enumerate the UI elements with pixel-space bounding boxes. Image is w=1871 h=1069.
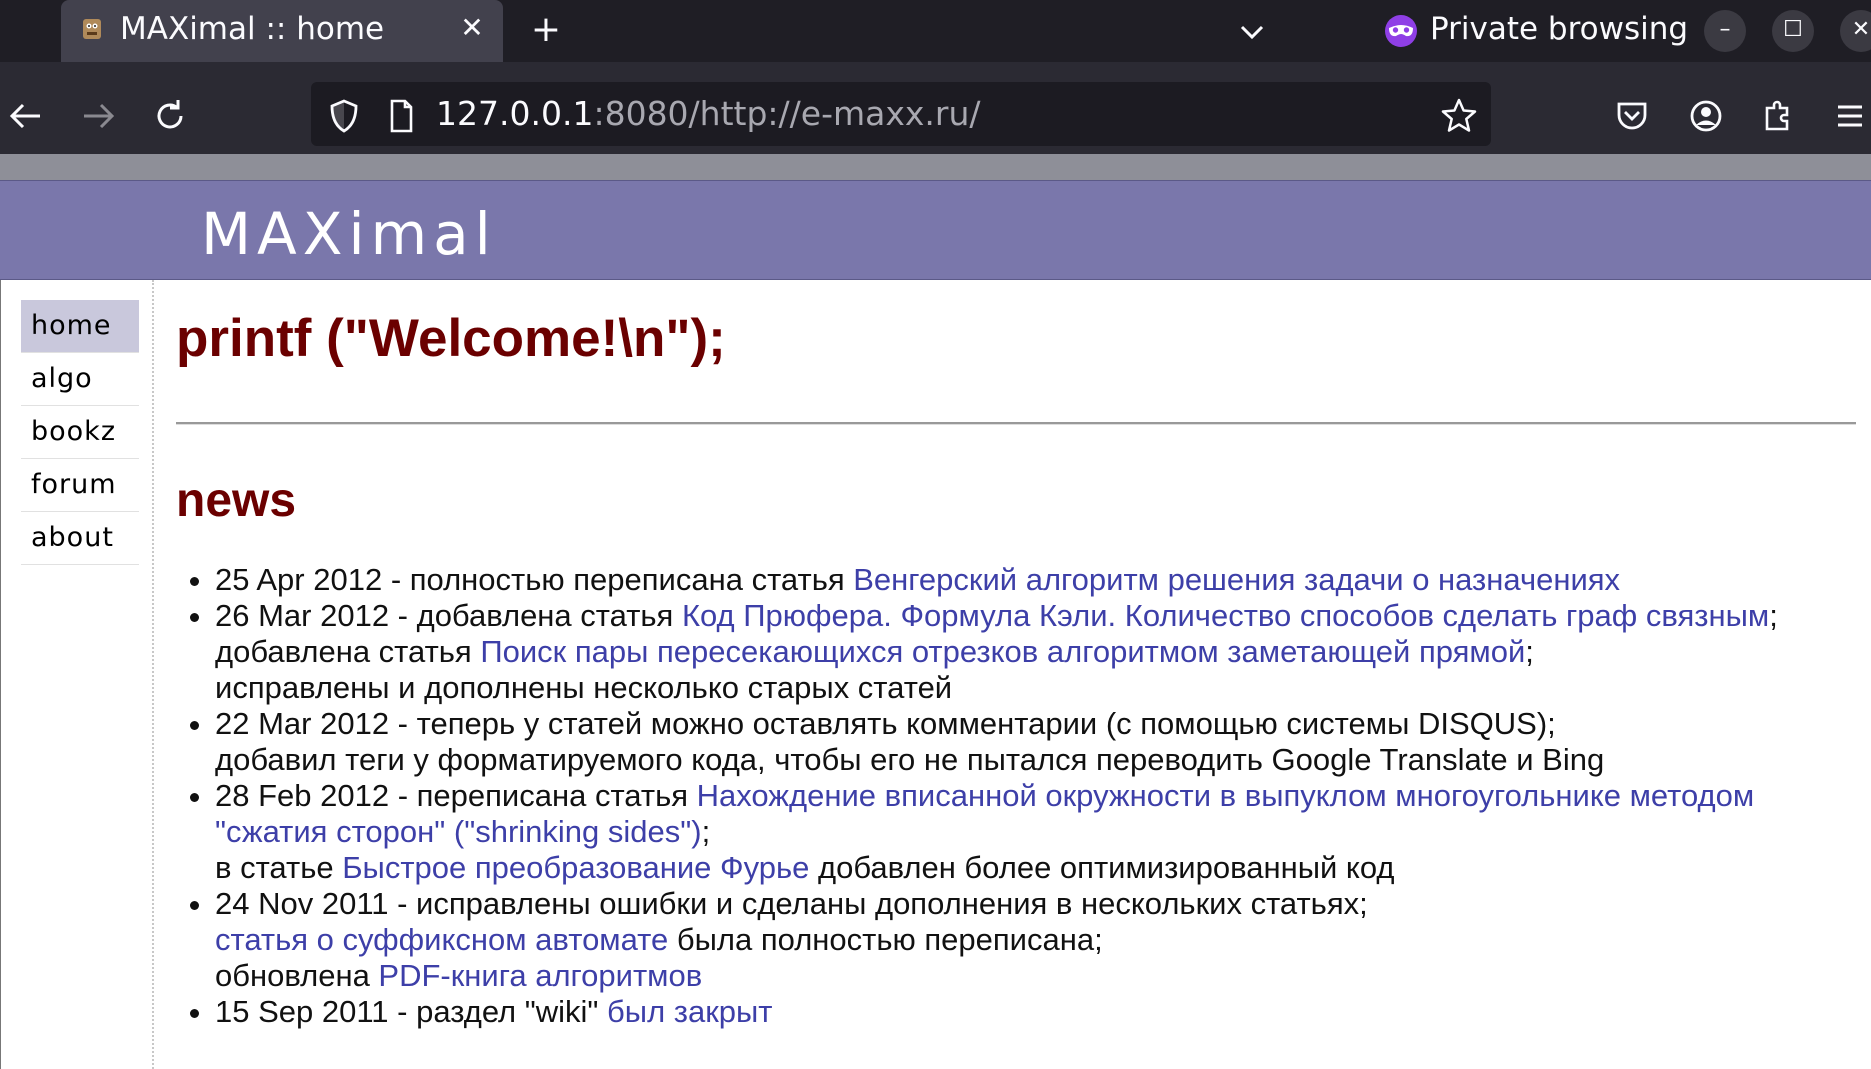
news-text: добавлена статья bbox=[215, 634, 481, 669]
extensions-puzzle-icon[interactable] bbox=[1758, 96, 1798, 136]
site-favicon-icon bbox=[83, 19, 101, 39]
news-line: 26 Mar 2012 - добавлена статья Код Прюфе… bbox=[215, 598, 1856, 634]
site-logo[interactable]: MAXimal bbox=[201, 200, 497, 268]
menu-item-forum[interactable]: forum bbox=[21, 459, 139, 512]
news-line: 28 Feb 2012 - переписана статья Нахожден… bbox=[215, 778, 1856, 850]
news-item: 24 Nov 2011 - исправлены ошибки и сделан… bbox=[176, 886, 1856, 994]
maximize-window-icon[interactable]: ☐ bbox=[1772, 10, 1814, 52]
news-link[interactable]: Быстрое преобразование Фурье bbox=[342, 850, 809, 885]
tab-title: MAXimal :: home bbox=[120, 11, 385, 47]
menu-item-about[interactable]: about bbox=[21, 512, 139, 565]
page-top-strip bbox=[0, 154, 1871, 180]
news-link[interactable]: PDF-книга алгоритмов bbox=[378, 958, 702, 993]
news-text: ; bbox=[701, 814, 711, 849]
news-link[interactable]: статья о суффиксном автомате bbox=[215, 922, 668, 957]
reload-icon[interactable] bbox=[150, 96, 190, 136]
news-line: 24 Nov 2011 - исправлены ошибки и сделан… bbox=[215, 886, 1856, 922]
news-line: статья о суффиксном автомате была полнос… bbox=[215, 922, 1856, 958]
news-line: исправлены и дополнены несколько старых … bbox=[215, 670, 1856, 706]
news-item: 15 Sep 2011 - раздел "wiki" был закрыт bbox=[176, 994, 1856, 1030]
minimize-window-icon[interactable]: – bbox=[1704, 10, 1746, 52]
news-text: 22 Mar 2012 - теперь у статей можно оста… bbox=[215, 706, 1556, 741]
news-item: 26 Mar 2012 - добавлена статья Код Прюфе… bbox=[176, 598, 1856, 706]
news-link[interactable]: Венгерский алгоритм решения задачи о наз… bbox=[853, 562, 1620, 597]
forward-arrow-icon[interactable] bbox=[78, 96, 118, 136]
horizontal-rule bbox=[176, 422, 1856, 425]
news-item: 22 Mar 2012 - теперь у статей можно оста… bbox=[176, 706, 1856, 778]
page-left-border bbox=[0, 280, 1, 1069]
news-text: обновлена bbox=[215, 958, 379, 993]
page-info-icon[interactable] bbox=[381, 96, 421, 136]
private-browsing-label: Private browsing bbox=[1430, 11, 1689, 47]
news-text: была полностью переписана; bbox=[668, 922, 1103, 957]
news-text: 15 Sep 2011 - раздел "wiki" bbox=[215, 994, 608, 1029]
back-arrow-icon[interactable] bbox=[6, 96, 46, 136]
menu-item-algo[interactable]: algo bbox=[21, 353, 139, 406]
tab-list-chevron-down-icon[interactable] bbox=[1234, 14, 1270, 50]
pocket-icon[interactable] bbox=[1612, 96, 1652, 136]
news-text: ; bbox=[1525, 634, 1534, 669]
news-text: добавлен более оптимизированный код bbox=[809, 850, 1395, 885]
menu-item-bookz[interactable]: bookz bbox=[21, 406, 139, 459]
news-text: 25 Apr 2012 - полностью переписана стать… bbox=[215, 562, 854, 597]
new-tab-plus-icon[interactable]: + bbox=[528, 12, 564, 48]
sidebar-divider bbox=[152, 280, 154, 1069]
news-item: 28 Feb 2012 - переписана статья Нахожден… bbox=[176, 778, 1856, 886]
news-link[interactable]: Код Прюфера. Формула Кэли. Количество сп… bbox=[682, 598, 1769, 633]
news-link[interactable]: Поиск пары пересекающихся отрезков алгор… bbox=[480, 634, 1525, 669]
private-browsing-mask-icon bbox=[1385, 15, 1417, 47]
news-line: обновлена PDF-книга алгоритмов bbox=[215, 958, 1856, 994]
site-menu: home algo bookz forum about bbox=[21, 300, 139, 565]
news-text: ; bbox=[1769, 598, 1778, 633]
news-text: 26 Mar 2012 - добавлена статья bbox=[215, 598, 682, 633]
bookmark-star-icon[interactable] bbox=[1439, 96, 1479, 136]
tracking-shield-icon[interactable] bbox=[324, 96, 364, 136]
page-title: printf ("Welcome!\n"); bbox=[176, 309, 726, 368]
news-text: добавил теги у форматируемого кода, чтоб… bbox=[215, 742, 1605, 777]
account-icon[interactable] bbox=[1686, 96, 1726, 136]
url-text[interactable]: 127.0.0.1:8080/http://e-maxx.ru/ bbox=[436, 94, 981, 133]
news-text: в статье bbox=[215, 850, 343, 885]
news-line: 25 Apr 2012 - полностью переписана стать… bbox=[215, 562, 1856, 598]
news-text: 24 Nov 2011 - исправлены ошибки и сделан… bbox=[215, 886, 1368, 921]
news-list: 25 Apr 2012 - полностью переписана стать… bbox=[176, 562, 1856, 1030]
news-text: исправлены и дополнены несколько старых … bbox=[215, 670, 953, 705]
tab-close-icon[interactable]: ✕ bbox=[456, 12, 488, 44]
news-line: добавил теги у форматируемого кода, чтоб… bbox=[215, 742, 1856, 778]
news-line: 22 Mar 2012 - теперь у статей можно оста… bbox=[215, 706, 1856, 742]
news-line: 15 Sep 2011 - раздел "wiki" был закрыт bbox=[215, 994, 1856, 1030]
news-text: 28 Feb 2012 - переписана статья bbox=[215, 778, 697, 813]
news-item: 25 Apr 2012 - полностью переписана стать… bbox=[176, 562, 1856, 598]
news-line: добавлена статья Поиск пары пересекающих… bbox=[215, 634, 1856, 670]
news-link[interactable]: был закрыт bbox=[607, 994, 772, 1029]
news-heading: news bbox=[176, 474, 297, 527]
news-line: в статье Быстрое преобразование Фурье до… bbox=[215, 850, 1856, 886]
menu-item-home[interactable]: home bbox=[21, 300, 139, 353]
menu-hamburger-icon[interactable] bbox=[1830, 96, 1870, 136]
